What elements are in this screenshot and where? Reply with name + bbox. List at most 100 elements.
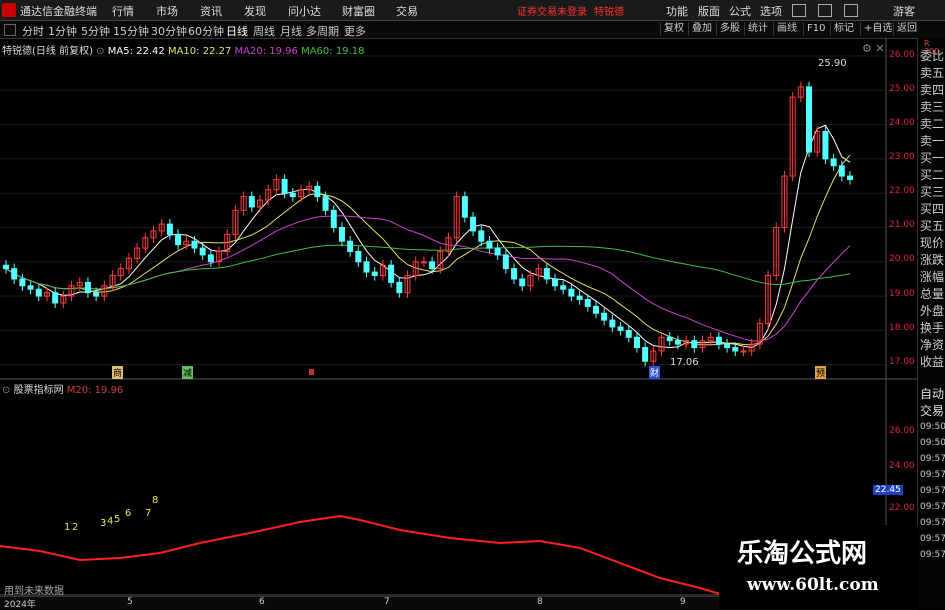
menu-item-discover[interactable]: 发现 xyxy=(244,3,266,19)
btn-draw[interactable]: 画线 xyxy=(773,22,800,36)
price-tick: 26.00 xyxy=(889,50,915,60)
menu-layout[interactable]: 版面 xyxy=(698,3,720,19)
collapse-icon[interactable]: ⊙ xyxy=(96,46,104,57)
tick-time: 09:50 xyxy=(920,438,945,448)
tab-weekly[interactable]: 周线 xyxy=(253,23,275,39)
menu-item-news[interactable]: 资讯 xyxy=(200,3,222,19)
window-icon[interactable] xyxy=(792,4,806,17)
price-tick: 24.00 xyxy=(889,118,915,128)
sidebar-item: 委比 xyxy=(920,49,945,63)
menu-formula[interactable]: 公式 xyxy=(729,3,751,19)
tab-5min[interactable]: 5分钟 xyxy=(81,23,110,39)
btn-f10[interactable]: F10 xyxy=(803,22,828,36)
menu-item-wealth[interactable]: 财富圈 xyxy=(342,3,375,19)
date-tick: 6 xyxy=(259,597,265,607)
panel-toggle-icon[interactable] xyxy=(4,24,16,36)
sidebar-item: 涨跌 xyxy=(920,253,945,267)
event-marker[interactable]: 商 xyxy=(112,366,124,379)
btn-back[interactable]: 返回 xyxy=(893,22,920,36)
price-tick: 22.00 xyxy=(889,186,915,196)
tab-30min[interactable]: 30分钟 xyxy=(151,23,187,39)
sidebar-item: 卖二 xyxy=(920,117,945,131)
sidebar-item: 收益 xyxy=(920,355,945,369)
tab-1min[interactable]: 1分钟 xyxy=(48,23,77,39)
ma60-label: MA60: 19.18 xyxy=(301,46,365,57)
sidebar-item: 卖五 xyxy=(920,66,945,80)
tab-multi-period[interactable]: 多周期 xyxy=(306,23,339,39)
tab-more[interactable]: 更多 xyxy=(344,23,366,39)
price-tick: 21.00 xyxy=(889,220,915,230)
menu-item-quotes[interactable]: 行情 xyxy=(112,3,134,19)
menu-options[interactable]: 选项 xyxy=(760,3,782,19)
sidebar-item: 换手 xyxy=(920,321,945,335)
sidebar-item: 买三 xyxy=(920,185,945,199)
sidebar-item: 总量 xyxy=(920,287,945,301)
sub-footer: 用到未来数据 xyxy=(4,586,64,597)
sidebar-item: 现价 xyxy=(920,236,945,250)
main-legend: 特锐德(日线 前复权) ⊙ MA5: 22.42 MA10: 22.27 MA2… xyxy=(2,42,364,57)
sidebar-item: 外盘 xyxy=(920,304,945,318)
btn-add-watch[interactable]: +自选 xyxy=(860,22,895,36)
price-tick: 18.00 xyxy=(889,323,915,333)
date-tick: 7 xyxy=(384,597,390,607)
collapse-icon[interactable]: ⊙ xyxy=(2,385,10,396)
btn-stats[interactable]: 统计 xyxy=(744,22,771,36)
watermark-url: www.60lt.com xyxy=(747,575,879,595)
date-tick: 9 xyxy=(680,597,686,607)
skin-icon[interactable] xyxy=(844,4,858,17)
sidebar-item: 买五 xyxy=(920,219,945,233)
tick-time: 09:57 xyxy=(920,534,945,544)
settings-icon[interactable]: ⚙ ✕ xyxy=(862,42,885,55)
grid-icon[interactable] xyxy=(818,4,832,17)
event-marker[interactable]: 预 xyxy=(815,366,827,379)
sub-price-tick: 26.00 xyxy=(889,426,915,436)
kline-chart[interactable] xyxy=(0,38,917,609)
sub-ma-label: M20: 19.96 xyxy=(66,385,124,396)
signal-number: 7 xyxy=(145,508,152,519)
ma20-label: MA20: 19.96 xyxy=(234,46,298,57)
tick-time: 09:57 xyxy=(920,486,945,496)
guest-label[interactable]: 游客 xyxy=(893,3,915,19)
event-marker-icon[interactable] xyxy=(309,369,314,375)
sub-price-tick: 24.00 xyxy=(889,461,915,471)
ma10-label: MA10: 22.27 xyxy=(167,46,232,57)
period-tab-bar: 分时 1分钟 5分钟 15分钟 30分钟 60分钟 日线 周线 月线 多周期 更… xyxy=(0,21,945,39)
btn-adjust[interactable]: 复权 xyxy=(660,22,687,36)
sidebar-item: 涨幅 xyxy=(920,270,945,284)
signal-number: 5 xyxy=(114,514,121,525)
price-tick: 25.00 xyxy=(889,84,915,94)
price-tick: 19.00 xyxy=(889,289,915,299)
date-tick: 2024年 xyxy=(4,600,36,610)
tab-15min[interactable]: 15分钟 xyxy=(113,23,149,39)
event-marker[interactable]: 减 xyxy=(182,366,194,379)
tick-time: 09:57 xyxy=(920,518,945,528)
btn-multi-stock[interactable]: 多股 xyxy=(716,22,743,36)
tab-daily[interactable]: 日线 xyxy=(226,23,248,39)
tab-60min[interactable]: 60分钟 xyxy=(188,23,224,39)
menu-item-trade[interactable]: 交易 xyxy=(396,3,418,19)
current-value-badge: 22.45 xyxy=(873,485,903,495)
signal-number: 2 xyxy=(72,522,79,533)
menu-item-market[interactable]: 市场 xyxy=(156,3,178,19)
app-logo-icon xyxy=(2,3,16,17)
menu-bar: 通达信金融终端 行情 市场 资讯 发现 问小达 财富圈 交易 证券交易未登录 特… xyxy=(0,0,945,21)
event-marker[interactable]: 财 xyxy=(649,366,661,379)
sidebar-section-trade[interactable]: 交易 xyxy=(920,403,944,420)
btn-mark[interactable]: 标记 xyxy=(830,22,857,36)
price-tick: 17.00 xyxy=(889,357,915,367)
app-title: 通达信金融终端 xyxy=(20,5,97,18)
sidebar-section-auto[interactable]: 自动 xyxy=(920,386,944,403)
btn-overlay[interactable]: 叠加 xyxy=(688,22,715,36)
sub-title: 股票指标网 xyxy=(13,385,64,396)
tab-timeshare[interactable]: 分时 xyxy=(22,23,44,39)
tab-monthly[interactable]: 月线 xyxy=(280,23,302,39)
menu-item-ask[interactable]: 问小达 xyxy=(288,3,321,19)
sub-legend: ⊙ 股票指标网 M20: 19.96 xyxy=(2,381,123,396)
tick-time: 09:57 xyxy=(920,550,945,560)
menu-function[interactable]: 功能 xyxy=(666,3,688,19)
login-warning[interactable]: 证券交易未登录 xyxy=(517,3,587,18)
tick-time: 09:50 xyxy=(920,422,945,432)
date-tick: 5 xyxy=(127,597,133,607)
sidebar-item: 卖一 xyxy=(920,134,945,148)
price-tick: 23.00 xyxy=(889,152,915,162)
